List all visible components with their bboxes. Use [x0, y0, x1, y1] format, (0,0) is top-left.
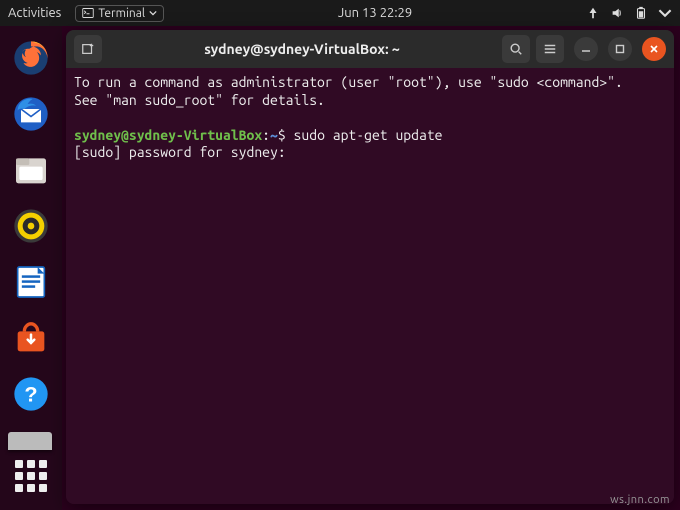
new-tab-button[interactable] [74, 35, 102, 63]
maximize-icon [615, 44, 625, 54]
chevron-down-icon [149, 9, 157, 17]
new-tab-icon [81, 42, 95, 56]
chevron-down-icon [658, 6, 672, 20]
volume-icon [610, 6, 624, 20]
dock-rhythmbox[interactable] [9, 204, 53, 248]
dock-writer[interactable] [9, 260, 53, 304]
dock-software[interactable] [9, 316, 53, 360]
prompt-path: ~ [270, 127, 278, 143]
watermark: ws.jnn.com [610, 494, 670, 506]
clock[interactable]: Jun 13 22:29 [164, 6, 586, 20]
menu-button[interactable] [536, 35, 564, 63]
close-icon [649, 44, 659, 54]
window-title: sydney@sydney-VirtualBox: ~ [108, 41, 496, 57]
terminal-icon [82, 7, 94, 19]
motd-line-1: To run a command as administrator (user … [74, 74, 623, 90]
dock-firefox[interactable] [9, 36, 53, 80]
battery-icon [634, 6, 648, 20]
network-icon [586, 6, 600, 20]
command-text: sudo apt-get update [294, 127, 443, 143]
dock: ? [0, 26, 62, 510]
top-bar: Activities Terminal Jun 13 22:29 [0, 0, 680, 26]
app-menu-label: Terminal [98, 7, 145, 20]
dock-tray[interactable] [8, 432, 52, 450]
app-menu[interactable]: Terminal [75, 5, 164, 22]
apps-grid-icon [15, 460, 47, 492]
rhythmbox-icon [11, 206, 51, 246]
firefox-icon [11, 38, 51, 78]
files-icon [11, 150, 51, 190]
svg-text:?: ? [24, 382, 37, 407]
dock-thunderbird[interactable] [9, 92, 53, 136]
terminal-body[interactable]: To run a command as administrator (user … [66, 68, 674, 504]
search-button[interactable] [502, 35, 530, 63]
dock-files[interactable] [9, 148, 53, 192]
show-applications-button[interactable] [9, 454, 53, 498]
thunderbird-icon [11, 94, 51, 134]
password-prompt: [sudo] password for sydney: [74, 144, 294, 160]
ubuntu-software-icon [11, 318, 51, 358]
minimize-button[interactable] [574, 37, 598, 61]
help-icon: ? [11, 374, 51, 414]
minimize-icon [581, 44, 591, 54]
motd-line-2: See "man sudo_root" for details. [74, 92, 325, 108]
maximize-button[interactable] [608, 37, 632, 61]
close-button[interactable] [642, 37, 666, 61]
libreoffice-writer-icon [11, 262, 51, 302]
titlebar: sydney@sydney-VirtualBox: ~ [66, 30, 674, 68]
hamburger-icon [543, 42, 557, 56]
prompt-user: sydney@sydney-VirtualBox [74, 127, 262, 143]
dock-help[interactable]: ? [9, 372, 53, 416]
activities-button[interactable]: Activities [8, 6, 61, 20]
system-tray[interactable] [586, 6, 672, 20]
search-icon [509, 42, 523, 56]
terminal-window: sydney@sydney-VirtualBox: ~ To run a com… [66, 30, 674, 504]
